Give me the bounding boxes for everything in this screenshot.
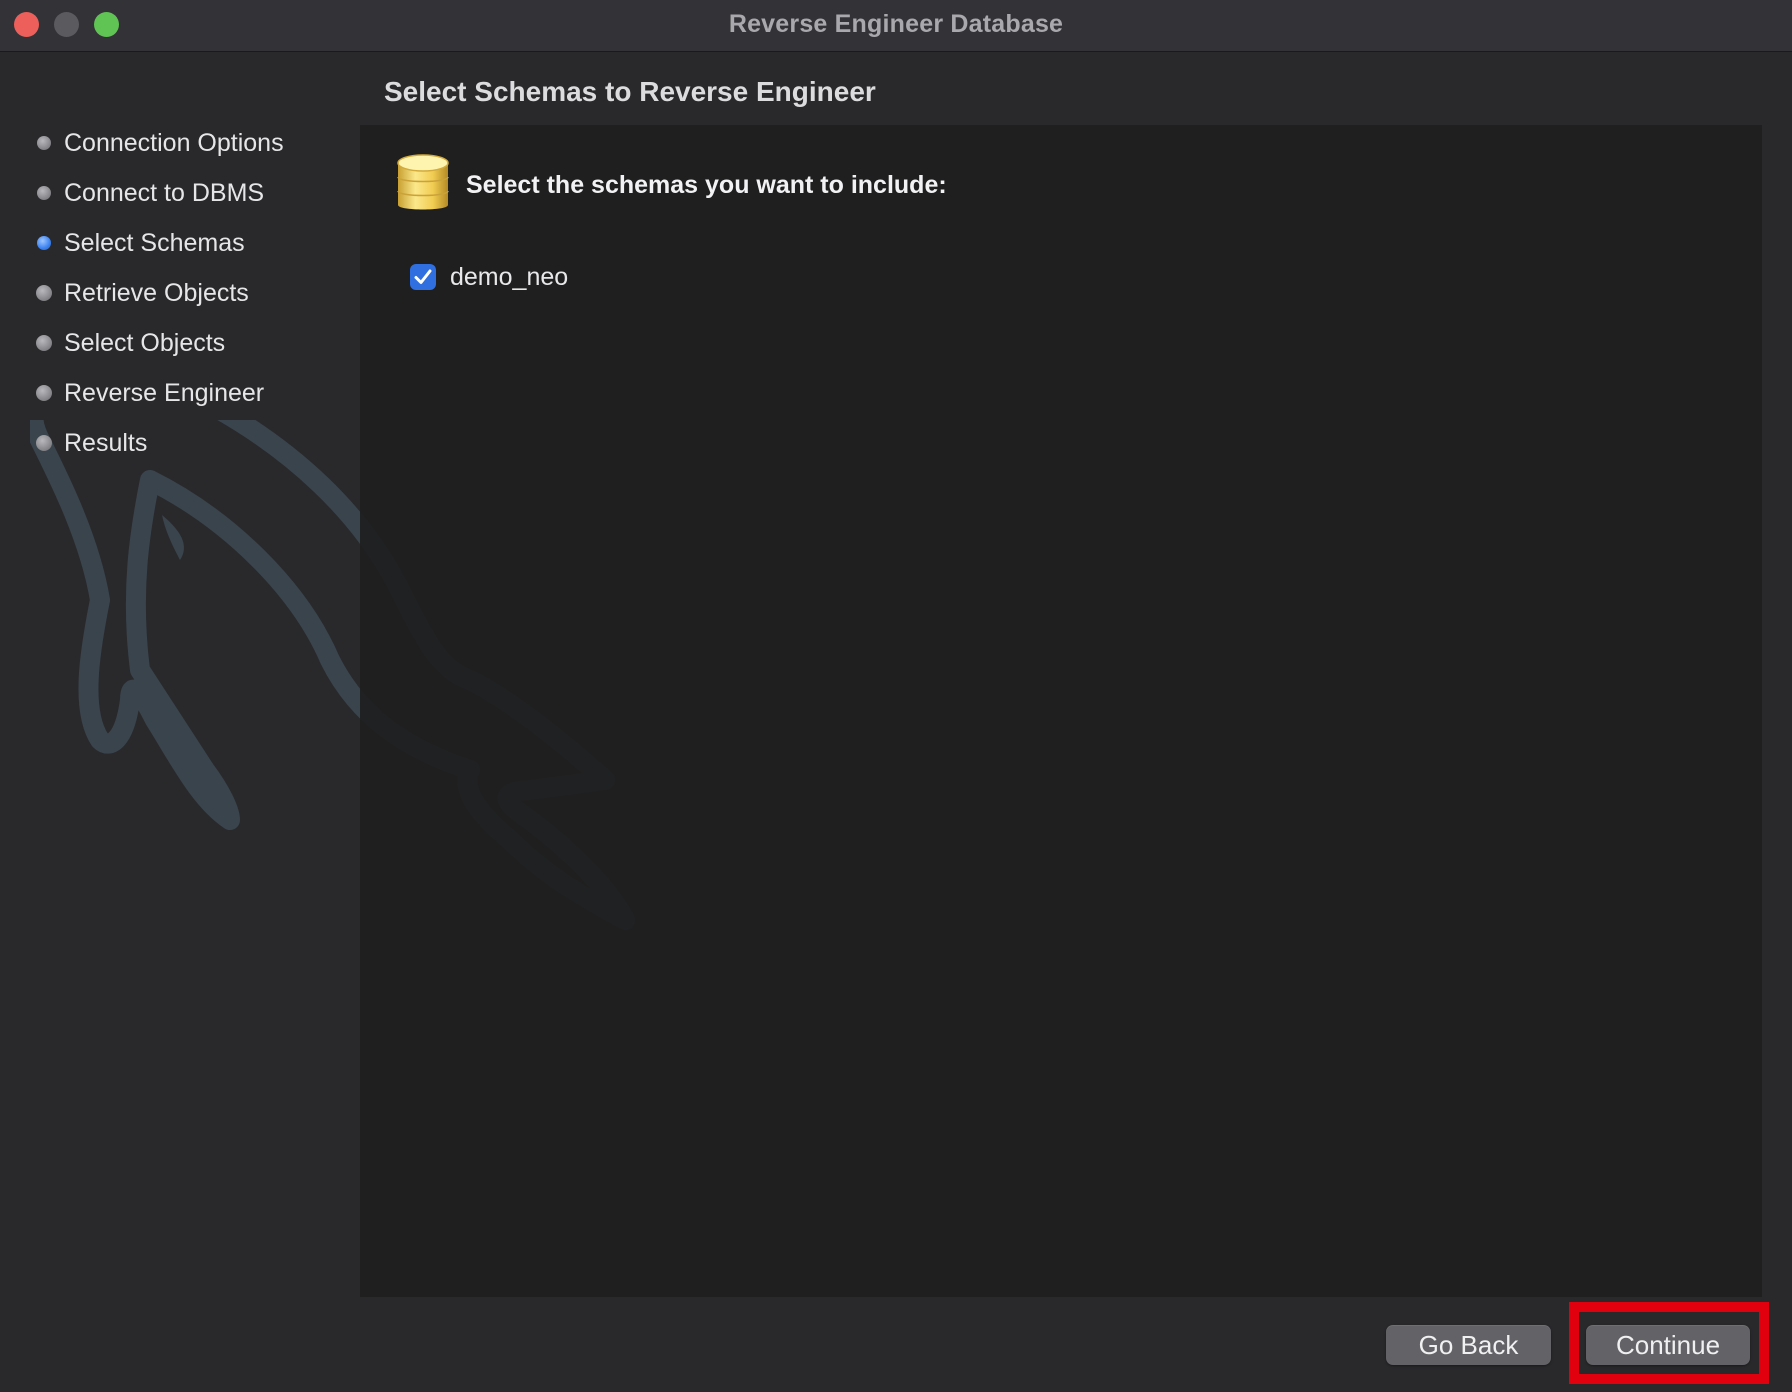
step-label: Results: [64, 428, 148, 457]
step-connection-options: Connection Options: [36, 123, 284, 163]
step-label: Select Schemas: [64, 228, 245, 257]
step-results: Results: [36, 423, 147, 463]
database-icon: [397, 154, 449, 210]
step-done-indicator-icon: [37, 136, 51, 150]
step-active-indicator-icon: [37, 236, 51, 250]
checkmark-icon: [414, 269, 432, 284]
step-select-schemas: Select Schemas: [36, 223, 245, 263]
title-bar: Reverse Engineer Database: [0, 0, 1792, 52]
step-connect-to-dbms: Connect to DBMS: [36, 173, 264, 213]
schema-name: demo_neo: [450, 262, 569, 291]
step-pending-indicator-icon: [36, 285, 52, 301]
step-done-indicator-icon: [37, 186, 51, 200]
step-pending-indicator-icon: [36, 385, 52, 401]
step-label: Retrieve Objects: [64, 278, 249, 307]
schema-selection-panel: Select the schemas you want to include: …: [360, 125, 1762, 1297]
step-pending-indicator-icon: [36, 435, 52, 451]
schema-checkbox[interactable]: [410, 264, 436, 290]
window-title: Reverse Engineer Database: [728, 10, 1064, 38]
step-label: Connection Options: [64, 128, 284, 157]
step-reverse-engineer: Reverse Engineer: [36, 373, 264, 413]
step-retrieve-objects: Retrieve Objects: [36, 273, 249, 313]
reverse-engineer-window: Reverse Engineer Database Connection Opt…: [0, 0, 1792, 1392]
page-title: Select Schemas to Reverse Engineer: [384, 76, 876, 107]
step-label: Connect to DBMS: [64, 178, 265, 207]
step-label: Reverse Engineer: [64, 378, 265, 407]
schema-row-demo-neo[interactable]: demo_neo: [410, 261, 568, 293]
step-label: Select Objects: [64, 328, 226, 357]
step-select-objects: Select Objects: [36, 323, 225, 363]
go-back-button[interactable]: Go Back: [1386, 1325, 1551, 1365]
schema-prompt: Select the schemas you want to include:: [466, 171, 947, 199]
wizard-steps-sidebar: Connection Options Connect to DBMS Selec…: [0, 52, 360, 1392]
continue-button[interactable]: Continue: [1586, 1325, 1750, 1365]
step-pending-indicator-icon: [36, 335, 52, 351]
